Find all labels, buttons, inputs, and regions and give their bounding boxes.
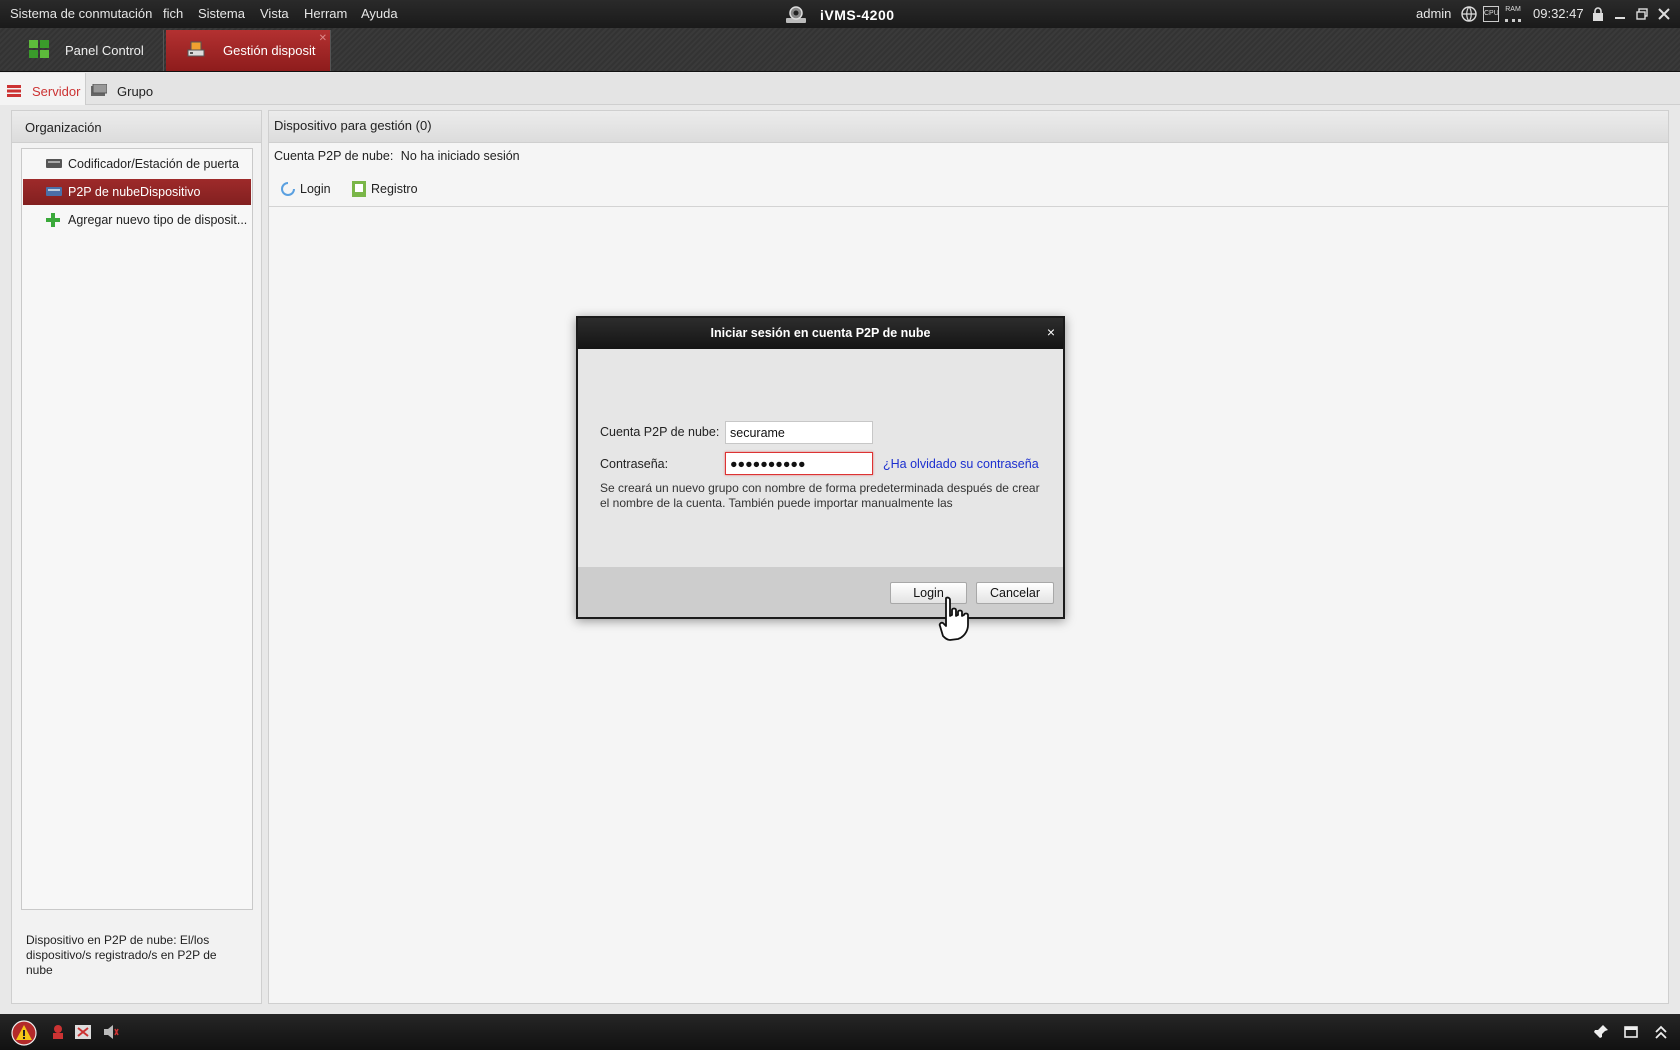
module-tabbar: Panel Control Gestión disposit ✕ [0,28,1680,72]
menu-vista[interactable]: Vista [258,0,291,28]
tab-gestion-dispositivos[interactable]: Gestión disposit ✕ [166,30,331,71]
dialog-info-text: Se creará un nuevo grupo con nombre de f… [600,481,1040,510]
toolbar-register-label: Registro [371,182,418,196]
pin-icon[interactable] [1593,1024,1609,1040]
chevron-up-icon[interactable] [1654,1024,1668,1040]
register-icon [352,181,366,197]
dialog-cancel-button[interactable]: Cancelar [976,582,1054,604]
account-label: Cuenta P2P de nube: [600,425,720,439]
device-management-icon [187,41,205,57]
ram-label: RAM [1505,6,1521,13]
password-input[interactable] [725,452,873,475]
panel-description: Dispositivo en P2P de nube: El/los dispo… [26,933,217,977]
menu-sistema-de-conmutacion[interactable]: Sistema de conmutación [8,0,154,28]
toolbar-login-button[interactable]: Login [281,181,331,197]
cloud-account-status: No ha iniciado sesión [400,149,520,163]
audio-alarm-icon[interactable] [103,1024,119,1040]
minimize-icon[interactable] [1612,6,1628,22]
alarm-warning-icon[interactable] [11,1020,37,1046]
menu-ayuda[interactable]: Ayuda [359,0,400,28]
cloud-account-status-row: Cuenta P2P de nube: No ha iniciado sesió… [274,149,520,163]
sub-tabbar: Servidor Grupo [0,73,1680,105]
clock-time: 09:32:47 [1533,6,1584,21]
device-management-title: Dispositivo para gestión (0) [269,111,1668,143]
tab-panel-control-label: Panel Control [65,43,144,58]
restore-icon[interactable] [1634,6,1650,22]
cpu-label: CPU [1484,10,1499,17]
lock-icon[interactable] [1590,6,1606,22]
organization-panel: Organización Codificador/Estación de pue… [11,110,262,1004]
toolbar-login-label: Login [300,182,331,196]
dialog-title-bar: Iniciar sesión en cuenta P2P de nube [578,318,1063,349]
account-input[interactable] [725,421,873,444]
org-item-add-device-type[interactable]: Agregar nuevo tipo de disposit... [23,207,251,233]
dialog-title: Iniciar sesión en cuenta P2P de nube [710,326,931,340]
org-item-encoder-label: Codificador/Estación de puerta [68,157,239,171]
user-name[interactable]: admin [1416,0,1451,28]
tab-close-icon[interactable]: ✕ [319,18,327,59]
status-bar [0,1014,1680,1050]
group-icon [91,84,107,96]
camera-logo-icon [786,6,806,23]
tab-gestion-dispositivos-label: Gestión disposit [223,43,316,58]
password-label: Contraseña: [600,457,669,471]
app-title: iVMS-4200 [820,7,895,23]
window-icon[interactable] [1624,1025,1638,1039]
encoder-icon [46,159,62,168]
menubar: Sistema de conmutación fich Sistema Vist… [0,0,1680,28]
org-item-cloud-p2p-label: P2P de nubeDispositivo [68,185,201,199]
cloud-login-dialog: Iniciar sesión en cuenta P2P de nube × C… [576,316,1065,619]
dialog-footer: Login Cancelar [578,567,1063,617]
org-item-cloud-p2p[interactable]: P2P de nubeDispositivo [23,179,251,205]
cloud-device-icon [46,187,62,196]
cpu-icon: CPU [1483,6,1499,22]
org-item-add-device-type-label: Agregar nuevo tipo de disposit... [68,213,248,227]
subtab-grupo-label: Grupo [117,84,154,99]
subtab-servidor[interactable]: Servidor [0,73,86,105]
globe-icon[interactable] [1461,6,1477,22]
control-panel-icon [29,40,49,58]
cloud-account-label: Cuenta P2P de nube: [274,149,394,163]
event-icon[interactable] [75,1024,91,1040]
subtab-servidor-label: Servidor [32,84,81,99]
toolbar-register-button[interactable]: Registro [352,181,418,197]
menu-fich[interactable]: fich [161,0,185,28]
tab-panel-control[interactable]: Panel Control [0,30,164,71]
add-icon [46,213,60,227]
forgot-password-link[interactable]: ¿Ha olvidado su contraseña [883,457,1039,471]
server-icon [7,85,21,97]
org-item-encoder[interactable]: Codificador/Estación de puerta [23,151,251,177]
ram-icon: RAM [1505,6,1521,22]
refresh-icon [281,182,295,196]
close-icon[interactable] [1656,6,1672,22]
organization-title: Organización [12,111,261,143]
dialog-close-icon[interactable]: × [1047,318,1055,347]
organization-list: Codificador/Estación de puerta P2P de nu… [21,148,253,910]
toolbar-divider [269,206,1669,207]
user-alarm-icon[interactable] [51,1024,67,1040]
subtab-grupo[interactable]: Grupo [88,73,168,105]
hand-cursor-icon [938,596,969,641]
menu-sistema[interactable]: Sistema [196,0,247,28]
